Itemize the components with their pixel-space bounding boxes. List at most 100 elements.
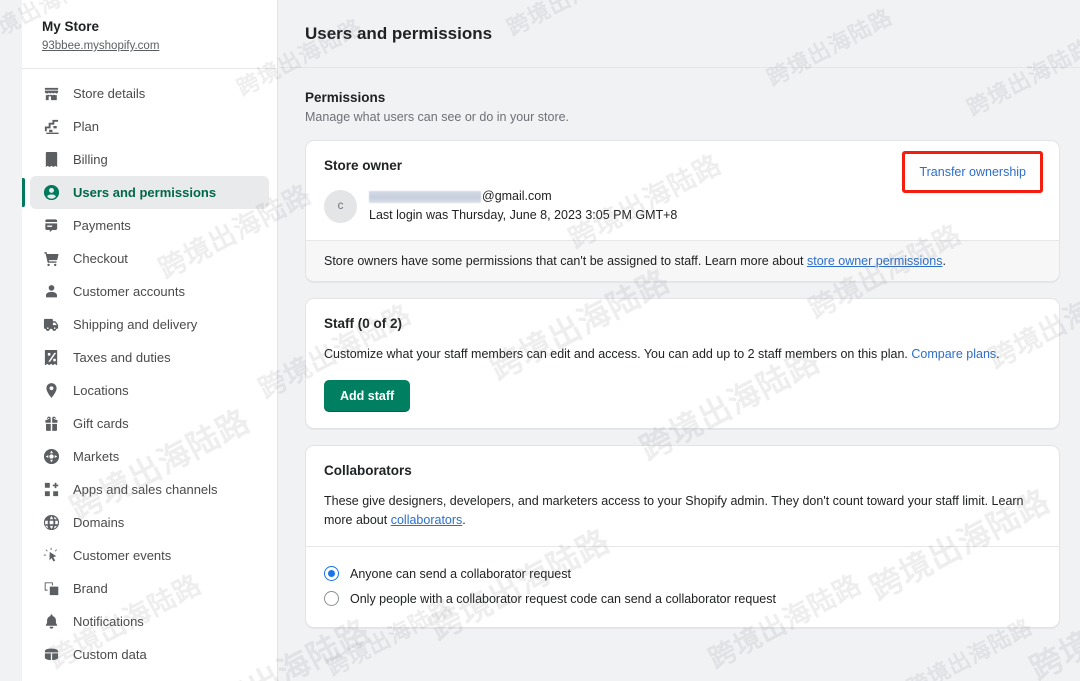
store-owner-permissions-link[interactable]: store owner permissions <box>807 254 942 268</box>
store-owner-row: c @gmail.com Last login was Thursday, Ju… <box>324 188 1041 224</box>
sidebar-item-apps-and-sales-channels[interactable]: Apps and sales channels <box>30 473 269 506</box>
collaborators-description-period: . <box>462 513 466 527</box>
app-root: My Store 93bbee.myshopify.com Store deta… <box>0 0 1080 681</box>
payments-card-icon <box>42 217 60 235</box>
page-title: Users and permissions <box>305 24 493 43</box>
radio-label: Only people with a collaborator request … <box>350 591 776 606</box>
user-circle-icon <box>42 184 60 202</box>
globe-icon <box>42 514 60 532</box>
sidebar-item-markets[interactable]: Markets <box>30 440 269 473</box>
add-staff-button[interactable]: Add staff <box>324 380 411 412</box>
sidebar-item-label: Users and permissions <box>73 185 217 200</box>
sidebar-item-label: Billing <box>73 152 108 167</box>
sidebar-item-shipping-and-delivery[interactable]: Shipping and delivery <box>30 308 269 341</box>
sidebar-item-label: Taxes and duties <box>73 350 171 365</box>
image-frame-icon <box>42 580 60 598</box>
sidebar-item-label: Locations <box>73 383 129 398</box>
owner-email: @gmail.com <box>369 188 677 205</box>
sidebar-item-notifications[interactable]: Notifications <box>30 605 269 638</box>
store-owner-footer-text: Store owners have some permissions that … <box>324 254 807 268</box>
sidebar-item-label: Domains <box>73 515 125 530</box>
staff-title: Staff (0 of 2) <box>324 316 403 331</box>
sidebar-item-store-details[interactable]: Store details <box>30 77 269 110</box>
permissions-section-title: Permissions <box>305 90 386 105</box>
gift-icon <box>42 415 60 433</box>
collaborators-card: Collaborators These give designers, deve… <box>305 445 1060 628</box>
collaborators-body: Collaborators These give designers, deve… <box>306 446 1059 546</box>
globe-compass-icon <box>42 448 60 466</box>
redacted-email-block <box>369 190 481 203</box>
store-owner-footer: Store owners have some permissions that … <box>306 240 1059 281</box>
sidebar-item-brand[interactable]: Brand <box>30 572 269 605</box>
apps-grid-plus-icon <box>42 481 60 499</box>
sidebar-item-label: Store details <box>73 86 146 101</box>
person-icon <box>42 283 60 301</box>
sidebar-item-label: Custom data <box>73 647 147 662</box>
collaborator-option-1[interactable]: Anyone can send a collaborator request <box>324 561 1041 586</box>
store-url-link[interactable]: 93bbee.myshopify.com <box>42 40 159 52</box>
sidebar-item-locations[interactable]: Locations <box>30 374 269 407</box>
settings-sidebar: My Store 93bbee.myshopify.com Store deta… <box>22 0 278 681</box>
permissions-section-subtitle: Manage what users can see or do in your … <box>305 110 570 124</box>
sidebar-item-custom-data[interactable]: Custom data <box>30 638 269 671</box>
transfer-ownership-link[interactable]: Transfer ownership <box>919 165 1026 179</box>
bell-icon <box>42 613 60 631</box>
billing-receipt-icon <box>42 151 60 169</box>
page-header: Users and permissions <box>279 0 1080 68</box>
cursor-click-icon <box>42 547 60 565</box>
percent-receipt-icon <box>42 349 60 367</box>
staff-description-text: Customize what your staff members can ed… <box>324 347 912 361</box>
sidebar-item-gift-cards[interactable]: Gift cards <box>30 407 269 440</box>
settings-nav: Store details Plan Billing Users and permis… <box>22 69 277 671</box>
sidebar-item-label: Markets <box>73 449 120 464</box>
radio-label: Anyone can send a collaborator request <box>350 566 571 581</box>
sidebar-item-label: Plan <box>73 119 100 134</box>
sidebar-item-label: Brand <box>73 581 108 596</box>
collaborators-link[interactable]: collaborators <box>391 513 463 527</box>
transfer-ownership-highlight: Transfer ownership <box>902 151 1043 193</box>
collaborator-option-2[interactable]: Only people with a collaborator request … <box>324 586 1041 611</box>
sidebar-item-customer-events[interactable]: Customer events <box>30 539 269 572</box>
collaborators-title: Collaborators <box>324 463 412 478</box>
sidebar-item-label: Apps and sales channels <box>73 482 218 497</box>
sidebar-item-billing[interactable]: Billing <box>30 143 269 176</box>
store-header: My Store 93bbee.myshopify.com <box>22 0 277 69</box>
store-owner-footer-period: . <box>942 254 946 268</box>
radio-button[interactable] <box>324 591 339 606</box>
store-owner-details: @gmail.com Last login was Thursday, June… <box>369 188 677 224</box>
sidebar-item-label: Notifications <box>73 614 144 629</box>
sidebar-item-payments[interactable]: Payments <box>30 209 269 242</box>
sidebar-item-customer-accounts[interactable]: Customer accounts <box>30 275 269 308</box>
sidebar-item-checkout[interactable]: Checkout <box>30 242 269 275</box>
sidebar-item-label: Customer accounts <box>73 284 185 299</box>
sidebar-item-label: Checkout <box>73 251 128 266</box>
sidebar-item-plan[interactable]: Plan <box>30 110 269 143</box>
radio-button[interactable] <box>324 566 339 581</box>
collaborator-request-options: Anyone can send a collaborator request On… <box>306 546 1059 627</box>
sidebar-item-domains[interactable]: Domains <box>30 506 269 539</box>
database-icon <box>42 646 60 664</box>
store-name: My Store <box>42 19 100 34</box>
map-pin-icon <box>42 382 60 400</box>
sidebar-item-label: Payments <box>73 218 131 233</box>
content-area: Permissions Manage what users can see or… <box>279 68 1080 628</box>
collaborators-description: These give designers, developers, and ma… <box>324 492 1041 530</box>
sidebar-item-users-and-permissions[interactable]: Users and permissions <box>22 176 269 209</box>
store-owner-body: Store owner Transfer ownership c @gmail.… <box>306 141 1059 240</box>
staff-card: Staff (0 of 2) Customize what your staff… <box>305 298 1060 429</box>
sidebar-item-taxes-and-duties[interactable]: Taxes and duties <box>30 341 269 374</box>
main-content: Users and permissions Permissions Manage… <box>279 0 1080 681</box>
owner-last-login: Last login was Thursday, June 8, 2023 3:… <box>369 208 678 222</box>
staff-description-period: . <box>996 347 1000 361</box>
sidebar-item-label: Shipping and delivery <box>73 317 198 332</box>
store-owner-card: Store owner Transfer ownership c @gmail.… <box>305 140 1060 282</box>
plan-icon <box>42 118 60 136</box>
staff-description: Customize what your staff members can ed… <box>324 345 1041 364</box>
avatar: c <box>324 189 357 223</box>
storefront-icon <box>42 85 60 103</box>
shopping-cart-icon <box>42 250 60 268</box>
sidebar-item-label: Gift cards <box>73 416 129 431</box>
compare-plans-link[interactable]: Compare plans <box>911 347 996 361</box>
truck-icon <box>42 316 60 334</box>
sidebar-item-label: Customer events <box>73 548 172 563</box>
